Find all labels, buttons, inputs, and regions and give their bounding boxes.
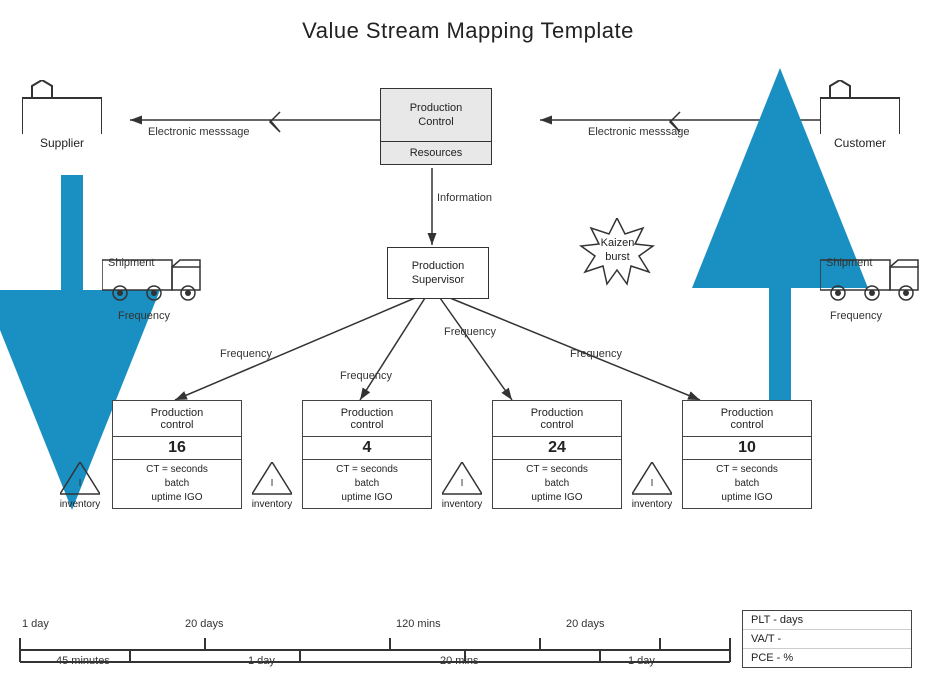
process-4-label: Productioncontrol	[683, 401, 811, 437]
process-4-number: 10	[683, 437, 811, 460]
inventory-3: I inventory	[432, 462, 492, 510]
timeline-label-bot-2: 1 day	[248, 655, 275, 667]
process-2-label: Productioncontrol	[303, 401, 431, 437]
freq-label-4: Frequency	[570, 348, 622, 360]
svg-text:I: I	[651, 478, 654, 489]
kaizen-burst: Kaizenburst	[575, 218, 660, 288]
supplier-factory	[22, 80, 102, 134]
process-box-1: Productioncontrol 16 CT = secondsbatchup…	[112, 400, 242, 509]
production-control-top: ProductionControl	[380, 88, 492, 142]
timeline-label-top-3: 120 mins	[396, 618, 441, 630]
timeline-label-top-1: 1 day	[22, 618, 49, 630]
timeline-label-bot-1: 45 minutes	[56, 655, 110, 667]
shipment-label-left: Shipment	[108, 257, 154, 269]
supplier-label: Supplier	[22, 136, 102, 150]
resources-label: Resources	[410, 147, 463, 159]
inv-1-label: inventory	[50, 499, 110, 510]
svg-text:I: I	[79, 478, 82, 489]
inventory-2: I inventory	[242, 462, 302, 510]
customer-factory	[820, 80, 900, 134]
inventory-1: I inventory	[50, 462, 110, 510]
shipment-freq-left: Frequency	[118, 310, 170, 322]
process-1-number: 16	[113, 437, 241, 460]
timeline-label-top-2: 20 days	[185, 618, 224, 630]
electronic-msg-right: Electronic messsage	[588, 126, 690, 138]
information-label: Information	[437, 192, 492, 204]
production-control-resources: Resources	[380, 141, 492, 165]
production-control-label: ProductionControl	[410, 101, 463, 130]
process-2-details: CT = secondsbatchuptime IGO	[303, 460, 431, 508]
svg-text:I: I	[271, 478, 274, 489]
process-1-details: CT = secondsbatchuptime IGO	[113, 460, 241, 508]
kaizen-label: Kaizenburst	[601, 236, 635, 265]
summary-box: PLT - days VA/T - PCE - %	[742, 610, 912, 668]
freq-label-2: Frequency	[340, 370, 392, 382]
process-box-3: Productioncontrol 24 CT = secondsbatchup…	[492, 400, 622, 509]
summary-pce: PCE - %	[743, 649, 911, 667]
process-3-label: Productioncontrol	[493, 401, 621, 437]
customer-label: Customer	[820, 136, 900, 150]
freq-label-3: Frequency	[444, 326, 496, 338]
process-3-details: CT = secondsbatchuptime IGO	[493, 460, 621, 508]
shipment-label-right: Shipment	[826, 257, 872, 269]
inventory-4: I inventory	[622, 462, 682, 510]
summary-plt: PLT - days	[743, 611, 911, 630]
process-box-4: Productioncontrol 10 CT = secondsbatchup…	[682, 400, 812, 509]
inv-3-label: inventory	[432, 499, 492, 510]
page-title: Value Stream Mapping Template	[0, 0, 936, 44]
process-2-number: 4	[303, 437, 431, 460]
production-supervisor: ProductionSupervisor	[387, 247, 489, 299]
process-1-label: Productioncontrol	[113, 401, 241, 437]
inv-4-label: inventory	[622, 499, 682, 510]
process-4-details: CT = secondsbatchuptime IGO	[683, 460, 811, 508]
timeline-label-bot-3: 20 mins	[440, 655, 479, 667]
summary-vat: VA/T -	[743, 630, 911, 649]
supervisor-label: ProductionSupervisor	[412, 259, 465, 288]
inv-2-label: inventory	[242, 499, 302, 510]
shipment-freq-right: Frequency	[830, 310, 882, 322]
freq-label-1: Frequency	[220, 348, 272, 360]
svg-text:I: I	[461, 478, 464, 489]
electronic-msg-left: Electronic messsage	[148, 126, 250, 138]
timeline-label-top-4: 20 days	[566, 618, 605, 630]
process-box-2: Productioncontrol 4 CT = secondsbatchupt…	[302, 400, 432, 509]
timeline-label-bot-4: 1 day	[628, 655, 655, 667]
process-3-number: 24	[493, 437, 621, 460]
